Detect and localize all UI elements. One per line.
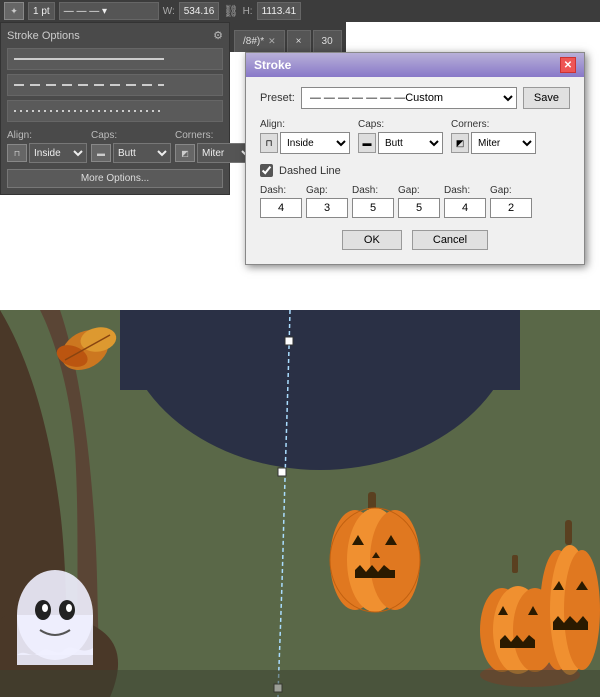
solid-line-preview: [14, 58, 164, 60]
dialog-align-group: Align: ⊓ Inside Outside Center: [260, 119, 350, 154]
stroke-options-header: Stroke Options ⚙: [7, 29, 223, 42]
dialog-title: Stroke: [254, 58, 291, 72]
dialog-corners-miter-icon: ◩: [451, 133, 469, 153]
gap3-label: Gap:: [490, 185, 532, 196]
stroke-line-solid[interactable]: [7, 48, 223, 70]
caps-butt-icon: ▬: [91, 144, 111, 162]
dialog-body: Preset: — — — — — — —Custom Save Align: …: [246, 77, 584, 264]
height-value[interactable]: 1113.41: [257, 2, 302, 20]
stroke-weight-input[interactable]: 1 pt: [28, 2, 55, 20]
tab-2-label: ×: [296, 36, 302, 47]
gap1-input[interactable]: [306, 198, 348, 218]
ok-button[interactable]: OK: [342, 230, 402, 250]
caps-select[interactable]: Butt Round Square: [113, 143, 171, 163]
dash2-group: Dash:: [352, 185, 394, 218]
dialog-align-caps-corners: Align: ⊓ Inside Outside Center Caps: ▬ B…: [260, 119, 570, 154]
gap3-input[interactable]: [490, 198, 532, 218]
stroke-line-dotted[interactable]: [7, 100, 223, 122]
dash2-input[interactable]: [352, 198, 394, 218]
art-canvas: [0, 310, 600, 697]
dash2-label: Dash:: [352, 185, 394, 196]
align-inside-icon: ⊓: [7, 144, 27, 162]
dashed-line-label: Dashed Line: [279, 165, 341, 177]
dialog-align-select[interactable]: Inside Outside Center: [280, 132, 350, 154]
preset-save-button[interactable]: Save: [523, 87, 570, 109]
stroke-options-panel: Stroke Options ⚙ Align: ⊓ Inside Outside…: [0, 22, 230, 195]
dialog-corners-group: Corners: ◩ Miter Round Bevel: [451, 119, 536, 154]
corners-group: Corners: ◩ Miter Round Bevel: [175, 130, 255, 163]
align-caps-corners-row: Align: ⊓ Inside Outside Center Caps: ▬ B…: [7, 130, 223, 163]
tab-1-close[interactable]: ✕: [268, 36, 276, 47]
height-label: H:: [243, 6, 253, 17]
gap1-group: Gap:: [306, 185, 348, 218]
tab-3-label: 30: [322, 36, 333, 47]
dotted-line-preview: [14, 110, 164, 112]
gear-icon[interactable]: ⚙: [213, 29, 223, 42]
width-value[interactable]: 534.16: [179, 2, 220, 20]
more-options-button[interactable]: More Options...: [7, 169, 223, 188]
dialog-corners-select[interactable]: Miter Round Bevel: [471, 132, 536, 154]
gap3-group: Gap:: [490, 185, 532, 218]
gap2-label: Gap:: [398, 185, 440, 196]
dash3-group: Dash:: [444, 185, 486, 218]
dialog-caps-butt-icon: ▬: [358, 133, 376, 153]
align-label: Align:: [7, 130, 87, 141]
corners-miter-icon: ◩: [175, 144, 195, 162]
tab-3[interactable]: 30: [313, 30, 342, 52]
dialog-titlebar: Stroke ✕: [246, 53, 584, 77]
dashed-line-preview: [14, 84, 164, 86]
dialog-caps-label: Caps:: [358, 119, 443, 130]
dash1-input[interactable]: [260, 198, 302, 218]
caps-group: Caps: ▬ Butt Round Square: [91, 130, 171, 163]
dialog-caps-select[interactable]: Butt Round Square: [378, 132, 443, 154]
dashed-line-checkbox[interactable]: [260, 164, 273, 177]
caps-label: Caps:: [91, 130, 171, 141]
stroke-dialog: Stroke ✕ Preset: — — — — — — —Custom Sav…: [245, 52, 585, 265]
stroke-line-dashed[interactable]: [7, 74, 223, 96]
dash3-input[interactable]: [444, 198, 486, 218]
dialog-close-button[interactable]: ✕: [560, 57, 576, 73]
stroke-options-title: Stroke Options: [7, 30, 80, 42]
dialog-buttons: OK Cancel: [260, 230, 570, 254]
preset-label: Preset:: [260, 92, 295, 104]
dash1-label: Dash:: [260, 185, 302, 196]
corners-label: Corners:: [175, 130, 255, 141]
tab-2[interactable]: ×: [287, 30, 311, 52]
cancel-button[interactable]: Cancel: [412, 230, 488, 250]
gap2-group: Gap:: [398, 185, 440, 218]
dashed-line-row: Dashed Line: [260, 164, 570, 177]
dialog-align-label: Align:: [260, 119, 350, 130]
align-select[interactable]: Inside Outside Center: [29, 143, 87, 163]
gap1-label: Gap:: [306, 185, 348, 196]
tab-1[interactable]: /8#)* ✕: [234, 30, 285, 52]
tool-icon: ✦: [4, 2, 24, 20]
dash1-group: Dash:: [260, 185, 302, 218]
tab-area: /8#)* ✕ × 30: [230, 22, 346, 52]
dash3-label: Dash:: [444, 185, 486, 196]
preset-row: Preset: — — — — — — —Custom Save: [260, 87, 570, 109]
dash-gap-row: Dash: Gap: Dash: Gap: Dash: Gap:: [260, 185, 570, 218]
tab-1-label: /8#)*: [243, 36, 264, 47]
preset-select[interactable]: — — — — — — —Custom: [301, 87, 517, 109]
dialog-corners-label: Corners:: [451, 119, 536, 130]
width-label: W:: [163, 6, 175, 17]
gap2-input[interactable]: [398, 198, 440, 218]
dialog-align-inside-icon: ⊓: [260, 133, 278, 153]
art-scene-svg: [0, 310, 600, 697]
dialog-caps-group: Caps: ▬ Butt Round Square: [358, 119, 443, 154]
align-group: Align: ⊓ Inside Outside Center: [7, 130, 87, 163]
link-icon[interactable]: ⛓: [223, 4, 238, 18]
top-toolbar: ✦ 1 pt — — — ▾ W: 534.16 ⛓ H: 1113.41: [0, 0, 600, 22]
stroke-style-select[interactable]: — — — ▾: [59, 2, 159, 20]
